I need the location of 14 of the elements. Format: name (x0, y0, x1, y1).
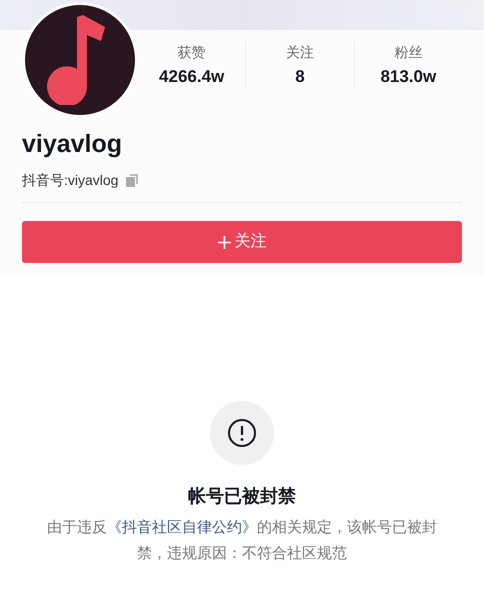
banned-title: 帐号已被封禁 (188, 485, 296, 508)
community-rules-link[interactable]: 《抖音社区自律公约》 (107, 519, 257, 536)
follow-button[interactable]: 关注 (22, 221, 462, 263)
stat-value: 8 (295, 66, 305, 88)
stat-label: 获赞 (178, 43, 206, 62)
stat-value: 4266.4w (159, 66, 224, 88)
copy-icon[interactable] (126, 173, 140, 187)
stat-label: 关注 (286, 43, 314, 62)
stat-label: 粉丝 (394, 43, 422, 62)
banned-message: 由于违反《抖音社区自律公约》的相关规定，该帐号已被封禁，违规原因：不符合社区规范 (46, 518, 438, 564)
account-id: 抖音号:viyavlog (22, 171, 118, 190)
profile-name: viyavlog (22, 129, 124, 160)
stat-value: 813.0w (380, 66, 436, 88)
plus-icon (218, 236, 230, 248)
